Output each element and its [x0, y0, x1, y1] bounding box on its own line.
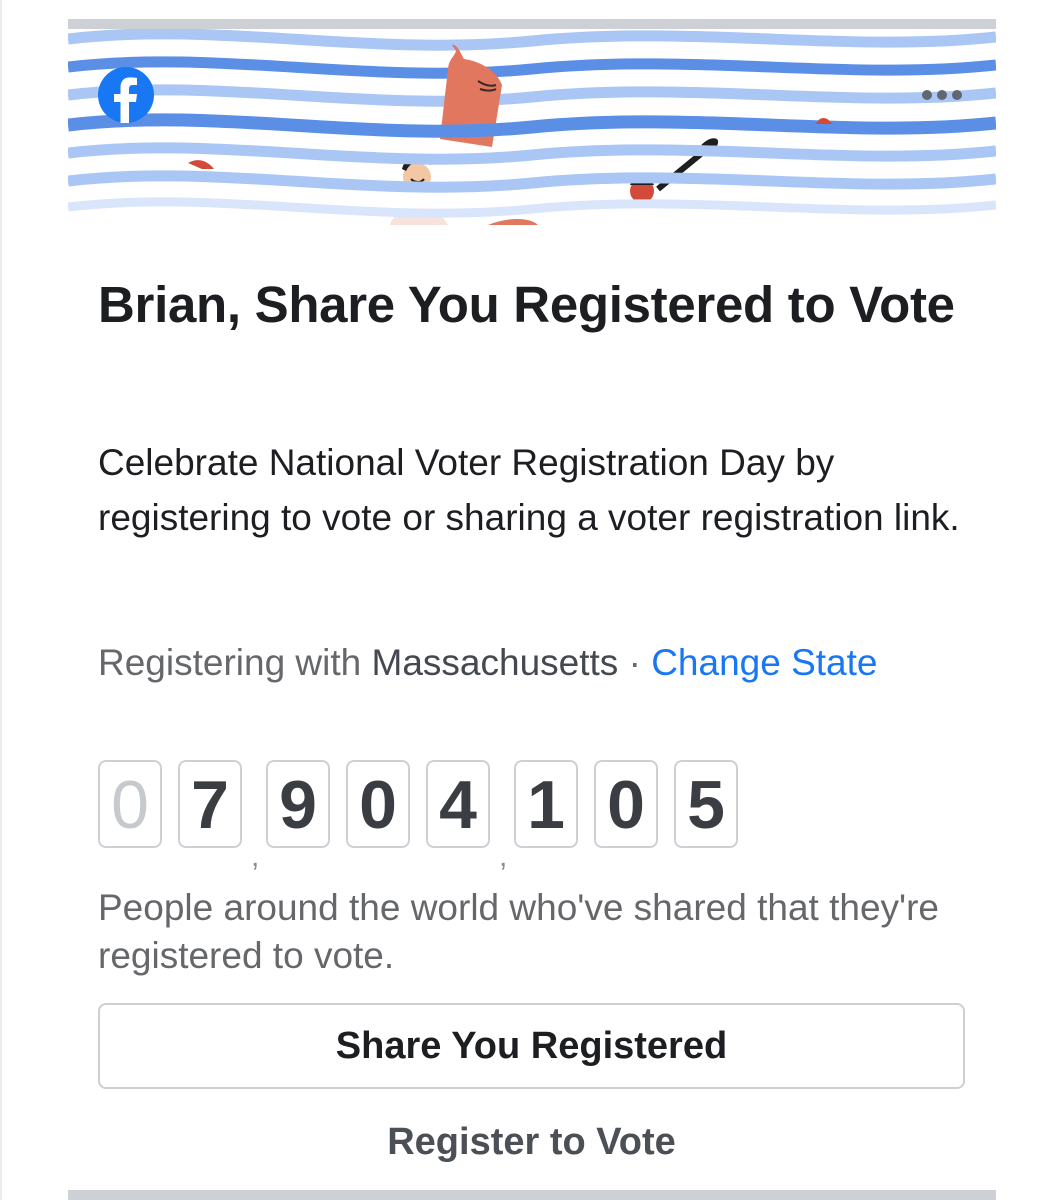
counter-caption: People around the world who've shared th… — [98, 887, 939, 976]
counter-digit: 7 — [178, 760, 242, 848]
state-name: Massachusetts — [371, 642, 619, 683]
counter-digit: 1 — [514, 760, 578, 848]
waves-illustration — [68, 29, 996, 225]
state-separator: · — [628, 642, 641, 683]
facebook-icon — [98, 67, 154, 123]
counter-digit: 0 — [98, 760, 162, 848]
more-options-icon[interactable] — [918, 84, 966, 106]
change-state-link[interactable]: Change State — [651, 642, 877, 683]
counter-digit: 9 — [266, 760, 330, 848]
banner-illustration — [68, 29, 996, 225]
counter-digit: 0 — [346, 760, 410, 848]
bottom-divider — [68, 1190, 996, 1200]
card-description: Celebrate National Voter Registration Da… — [98, 442, 960, 538]
state-line: Registering with Massachusetts · Change … — [98, 638, 978, 688]
counter-separator: , — [499, 840, 508, 873]
register-link-label: Register to Vote — [387, 1120, 676, 1163]
counter-digit: 0 — [594, 760, 658, 848]
counter-digit: 4 — [426, 760, 490, 848]
registration-counter: 0 7 , 9 0 4 , 1 0 5 — [98, 760, 798, 873]
top-divider — [68, 19, 996, 29]
counter-separator: , — [251, 840, 260, 873]
share-button-label: Share You Registered — [335, 1024, 728, 1067]
state-prefix: Registering with — [98, 642, 362, 683]
left-edge — [0, 0, 2, 1200]
share-registered-button[interactable]: Share You Registered — [98, 1003, 965, 1089]
counter-digit: 5 — [674, 760, 738, 848]
register-to-vote-link[interactable]: Register to Vote — [98, 1112, 965, 1172]
card-title: Brian, Share You Registered to Vote — [98, 276, 955, 333]
